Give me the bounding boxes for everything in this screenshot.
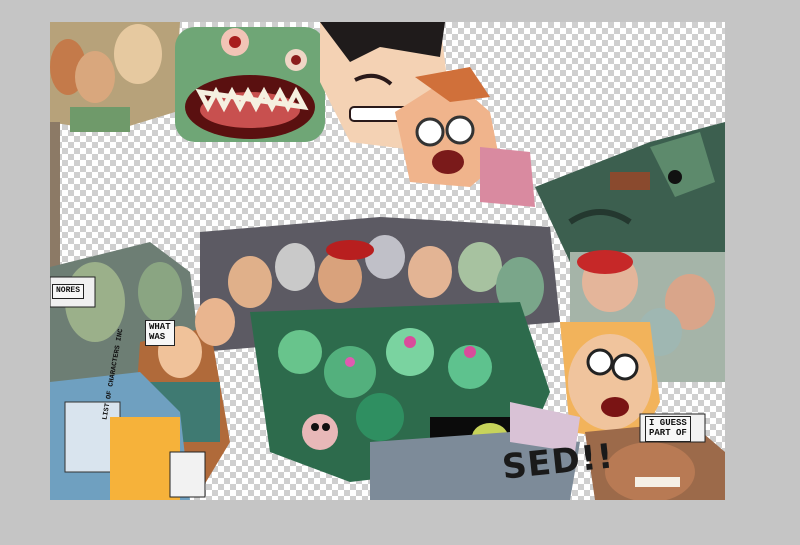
- speech-bubble-nores: NORES: [52, 284, 85, 299]
- collage-artwork: [50, 22, 725, 500]
- speech-bubble-what-was: WHAT WAS: [145, 320, 175, 346]
- image-canvas[interactable]: WHAT WAS I GUESS PART OF NORES LIST OF C…: [50, 22, 725, 500]
- speech-bubble-i-guess: I GUESS PART OF: [645, 416, 691, 442]
- editor-workspace[interactable]: WHAT WAS I GUESS PART OF NORES LIST OF C…: [0, 0, 800, 545]
